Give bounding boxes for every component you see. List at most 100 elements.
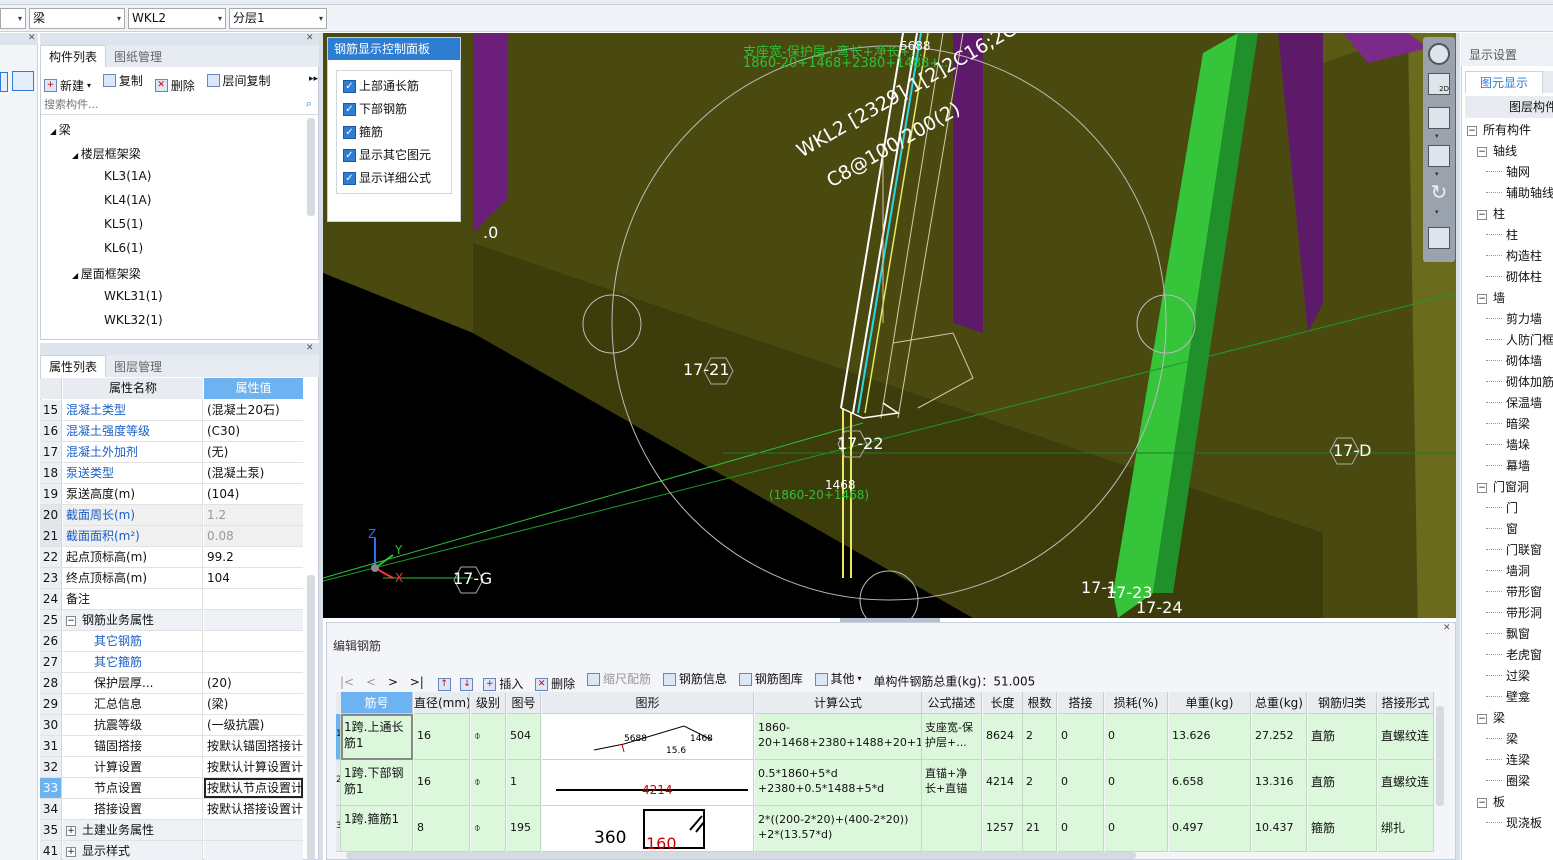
grid-header-cell[interactable]: 搭接形式	[1378, 692, 1434, 714]
tree-item[interactable]: WKL32(1)	[104, 313, 163, 327]
expand-arrow-icon[interactable]: ◢	[50, 127, 59, 136]
edit-rebar-close-icon[interactable]: ✕	[1443, 623, 1451, 633]
grid-cell-lap[interactable]: 0	[1058, 760, 1104, 806]
layer-select[interactable]: 分层1 ▾	[229, 8, 327, 29]
display-tree-group[interactable]: − 门窗洞	[1477, 478, 1529, 495]
collapse-icon[interactable]: −	[1477, 146, 1487, 157]
display-tree-item[interactable]: 圈梁	[1486, 772, 1530, 789]
display-tree-item[interactable]: 保温墙	[1486, 394, 1542, 411]
property-row[interactable]: 19 泵送高度(m) (104)	[40, 484, 303, 505]
property-row[interactable]: 16 混凝土强度等级 (C30)	[40, 421, 303, 442]
rebar-shape-cell[interactable]: 56881468146815.6164.4	[542, 714, 754, 760]
component-list-scrollbar[interactable]	[307, 118, 315, 216]
display-tree-item[interactable]: 带形窗	[1486, 583, 1542, 600]
display-tree-item[interactable]: 飘窗	[1486, 625, 1530, 642]
expand-icon[interactable]: +	[66, 846, 76, 857]
component-name-select[interactable]: WKL2 ▾	[128, 8, 226, 29]
display-tree-item[interactable]: 墙垛	[1486, 436, 1530, 453]
grid-cell-loss[interactable]: 0	[1105, 806, 1168, 852]
checkbox-icon[interactable]: ✓	[343, 103, 356, 116]
grid-cell-name[interactable]: 1跨.下部钢筋1	[341, 760, 413, 806]
rebar-info-button[interactable]: 钢筋信息	[662, 668, 727, 690]
tab-drawing-manage[interactable]: 图纸管理	[106, 46, 170, 68]
grid-view-icon[interactable]	[12, 71, 34, 91]
checkbox-icon[interactable]: ✓	[343, 149, 356, 162]
tree-item[interactable]: KL5(1)	[104, 217, 143, 231]
nav-last-icon[interactable]: >|	[410, 675, 424, 689]
property-row[interactable]: 33 节点设置 按默认节点设置计算	[40, 778, 303, 799]
display-tree-group[interactable]: − 轴线	[1477, 142, 1517, 159]
grid-cell-length[interactable]: 8624	[983, 714, 1023, 760]
property-close-icon[interactable]: ✕	[306, 343, 314, 353]
display-tree-item[interactable]: 构造柱	[1486, 247, 1542, 264]
left-dropdown[interactable]: ▾	[0, 8, 26, 29]
rebar-library-button[interactable]: 钢筋图库	[738, 668, 803, 690]
property-value[interactable]	[204, 610, 303, 630]
display-tree-item[interactable]: 老虎窗	[1486, 646, 1542, 663]
display-tree-item[interactable]: 窗	[1486, 520, 1518, 537]
collapse-icon[interactable]: −	[1477, 797, 1487, 808]
property-value[interactable]: 104	[204, 568, 303, 588]
chevron-down-icon[interactable]: ▾	[1435, 208, 1439, 216]
viewport-3d[interactable]: 17-21 17-22 17-G 17-D 17-1 17-23 17-24 1…	[323, 33, 1458, 618]
property-row[interactable]: 23 终点顶标高(m) 104	[40, 568, 303, 589]
property-row[interactable]: 15 混凝土类型 (混凝土20石)	[40, 400, 303, 421]
grid-header-cell[interactable]: 计算公式	[755, 692, 922, 714]
property-row[interactable]: 28 保护层厚... (20)	[40, 673, 303, 694]
orbit-icon[interactable]	[1428, 43, 1450, 65]
grid-cell-count[interactable]: 2	[1023, 760, 1057, 806]
option-show-other[interactable]: ✓ 显示其它图元	[343, 144, 445, 167]
nav-first-icon[interactable]: |<	[340, 675, 354, 689]
grid-header-cell[interactable]: 级别	[471, 692, 506, 714]
move-up-icon[interactable]: ↑	[437, 677, 451, 691]
grid-cell-fig[interactable]: 1	[507, 760, 541, 806]
property-row[interactable]: 41 + 显示样式	[40, 841, 303, 860]
property-value[interactable]: 99.2	[204, 547, 303, 567]
grid-cell-unit[interactable]: 0.497	[1169, 806, 1251, 852]
rebar-shape-cell[interactable]: 4214	[542, 760, 754, 806]
grid-cell-unit[interactable]: 13.626	[1169, 714, 1251, 760]
tab-component-list[interactable]: 构件列表	[40, 45, 107, 67]
property-scrollbar[interactable]	[307, 575, 315, 860]
option-top-continuous[interactable]: ✓ 上部通长筋	[343, 75, 445, 98]
display-tree-group[interactable]: − 墙	[1477, 289, 1505, 306]
grid-cell-count[interactable]: 2	[1023, 714, 1057, 760]
grid-header-cell[interactable]: 图形	[542, 692, 754, 714]
display-tree-item[interactable]: 砌体加筋	[1486, 373, 1553, 390]
grid-header-cell[interactable]: 搭接	[1058, 692, 1104, 714]
property-value[interactable]	[204, 652, 303, 672]
panel-close-icon[interactable]: ✕	[306, 33, 314, 43]
property-row[interactable]: 35 + 土建业务属性	[40, 820, 303, 841]
display-tree-item[interactable]: 剪力墙	[1486, 310, 1542, 327]
grid-cell-lap[interactable]: 0	[1058, 806, 1104, 852]
grid-header-cell[interactable]: 长度	[983, 692, 1023, 714]
property-row[interactable]: 18 泵送类型 (混凝土泵)	[40, 463, 303, 484]
collapse-icon[interactable]: −	[66, 615, 76, 626]
property-value[interactable]: (混凝土20石)	[204, 400, 303, 420]
collapse-icon[interactable]: −	[1467, 125, 1477, 136]
grid-cell-total[interactable]: 10.437	[1252, 806, 1307, 852]
property-value[interactable]: (混凝土泵)	[204, 463, 303, 483]
scale-rebar-button[interactable]: 缩尺配筋	[587, 668, 651, 690]
grid-cell-unit[interactable]: 6.658	[1169, 760, 1251, 806]
expand-arrow-icon[interactable]: ◢	[72, 151, 81, 160]
nav-next-icon[interactable]: >	[388, 675, 398, 689]
component-type-select[interactable]: 梁 ▾	[29, 8, 125, 29]
display-tree-item[interactable]: 过梁	[1486, 667, 1530, 684]
grid-header-cell[interactable]: 钢筋归类	[1308, 692, 1377, 714]
box-view-icon[interactable]	[1428, 107, 1450, 129]
property-value[interactable]: 1.2	[204, 505, 303, 525]
display-tree-item[interactable]: 人防门框	[1486, 331, 1553, 348]
grid-header-cell[interactable]: 根数	[1023, 692, 1057, 714]
display-tree-item[interactable]: 幕墙	[1486, 457, 1530, 474]
grid-cell-formula[interactable]: 1860-20+1468+2380+1488+20+1468	[755, 714, 922, 760]
view-2d-icon[interactable]: 2D	[1428, 73, 1450, 95]
grid-header-cell[interactable]: 公式描述	[922, 692, 982, 714]
grid-header-cell[interactable]: 损耗(%)	[1105, 692, 1168, 714]
tab-next-stub[interactable]	[1543, 71, 1553, 93]
new-button[interactable]: + 新建 ▾	[44, 77, 91, 94]
property-value[interactable]: 按默认锚固搭接计算	[204, 736, 303, 756]
display-tree-item[interactable]: 暗梁	[1486, 415, 1530, 432]
property-value[interactable]: 按默认节点设置计算	[204, 778, 303, 798]
grid-cell-grade[interactable]: ⌽	[471, 714, 506, 760]
